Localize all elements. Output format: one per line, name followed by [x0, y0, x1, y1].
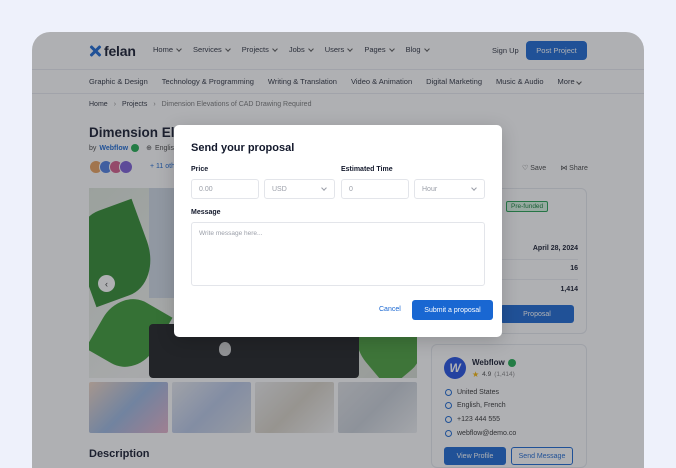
submit-proposal-button[interactable]: Submit a proposal: [412, 300, 493, 320]
estimated-time-input[interactable]: 0: [341, 179, 409, 199]
estimated-time-label: Estimated Time: [341, 166, 393, 173]
price-input[interactable]: 0.00: [191, 179, 259, 199]
chevron-down-icon: [471, 185, 477, 191]
time-unit-select[interactable]: Hour: [414, 179, 485, 199]
modal-title: Send your proposal: [191, 142, 295, 154]
send-proposal-modal: Send your proposal Price 0.00 USD Estima…: [174, 125, 502, 337]
currency-select[interactable]: USD: [264, 179, 335, 199]
message-textarea[interactable]: Write message here...: [191, 222, 485, 286]
message-label: Message: [191, 209, 221, 216]
cancel-button[interactable]: Cancel: [379, 306, 401, 313]
chevron-down-icon: [321, 185, 327, 191]
price-label: Price: [191, 166, 209, 173]
